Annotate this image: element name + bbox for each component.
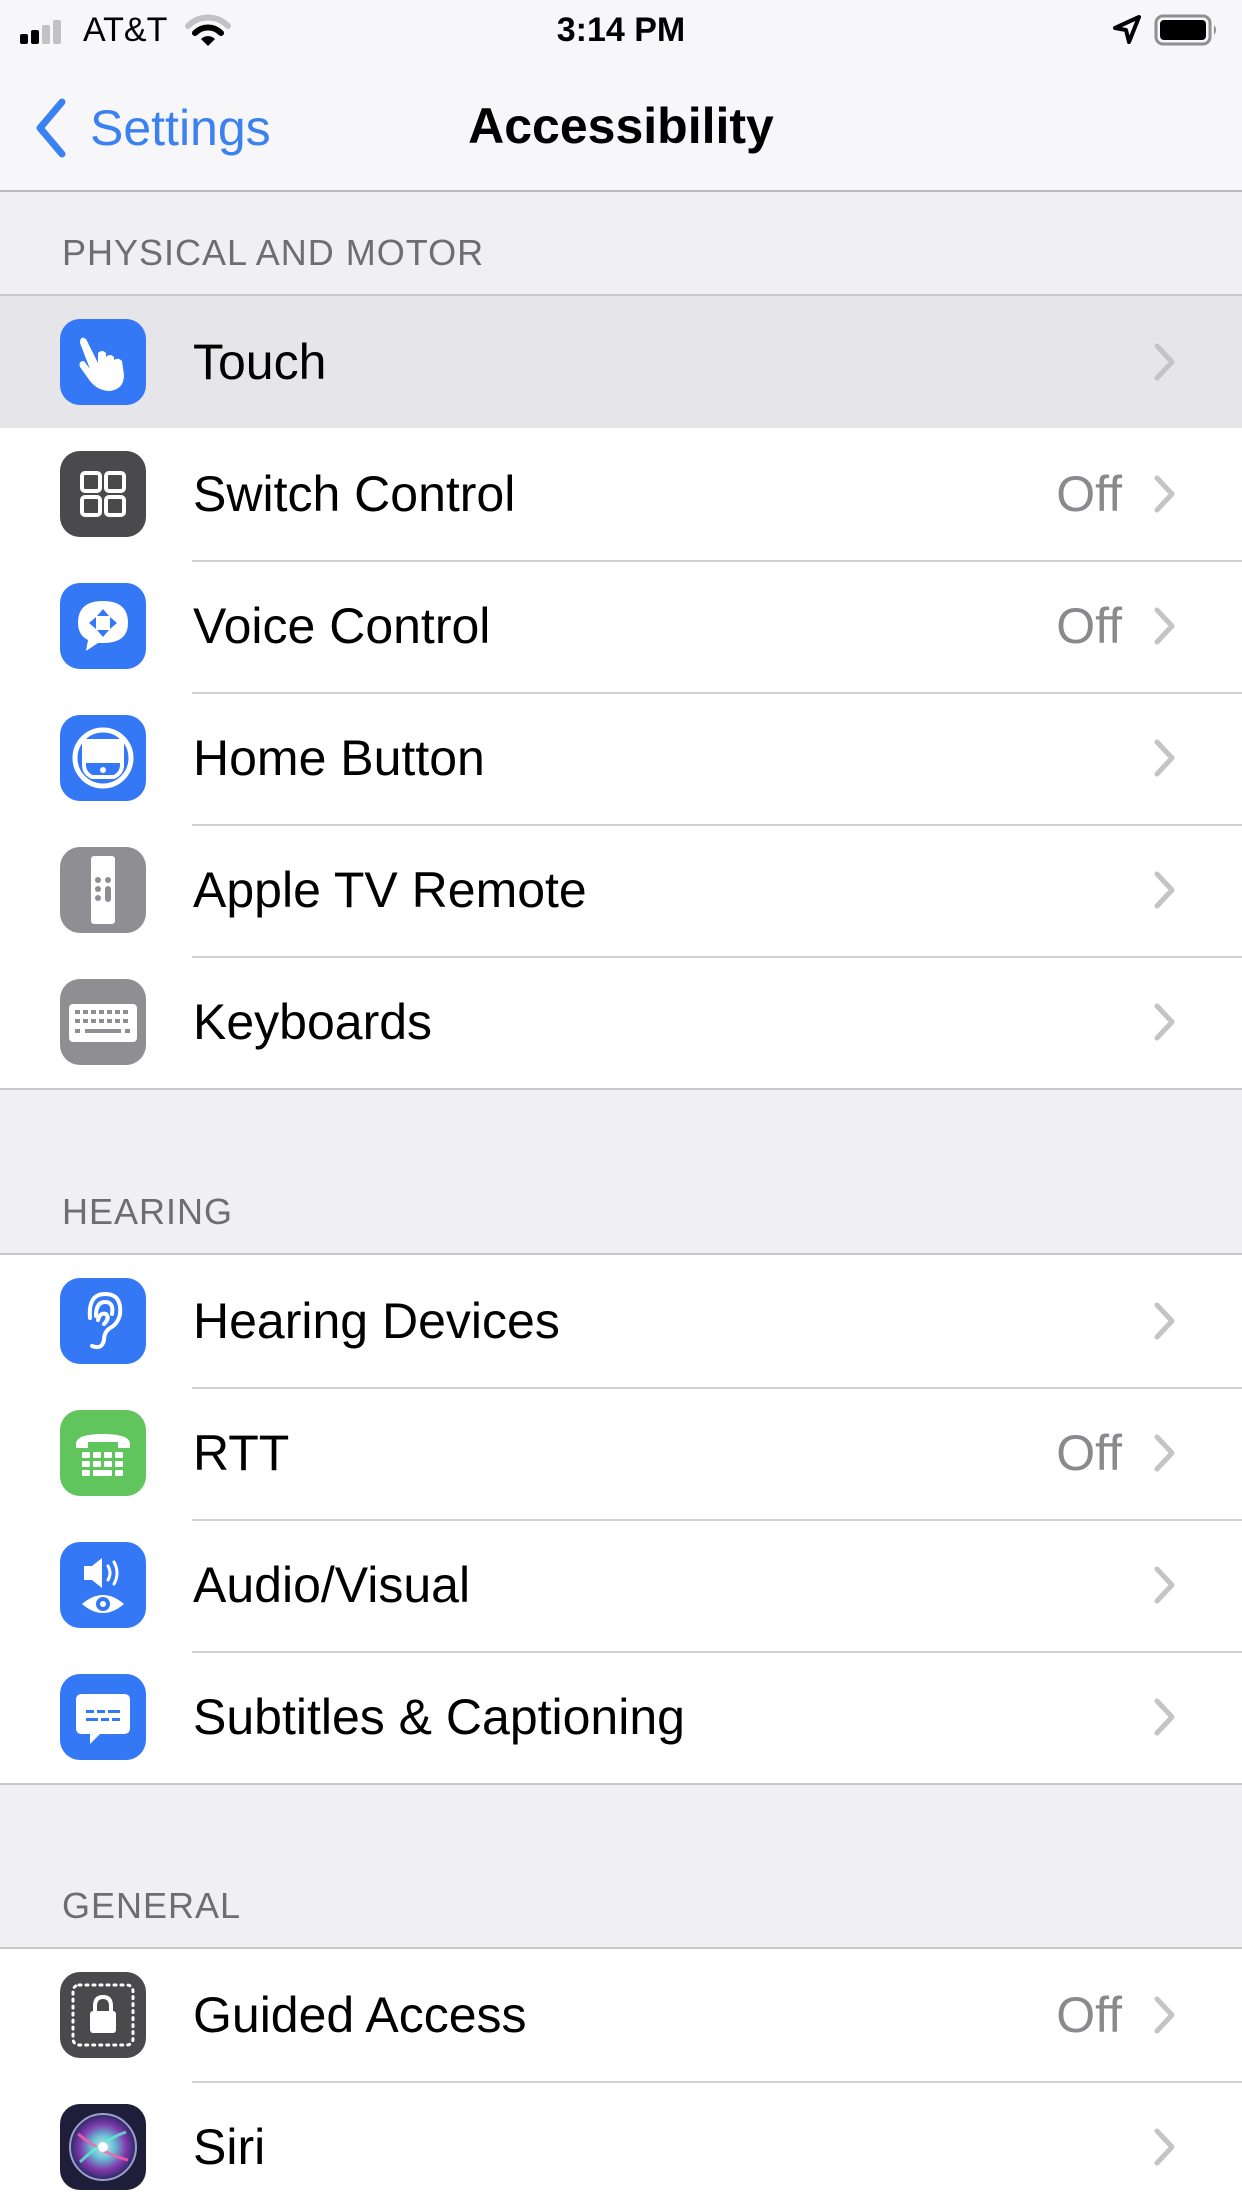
row-value: Off bbox=[1056, 1987, 1122, 2043]
row-rtt[interactable]: RTT Off bbox=[0, 1387, 1242, 1519]
rtt-telephone-icon bbox=[60, 1410, 146, 1496]
section-header-physical-and-motor: PHYSICAL AND MOTOR bbox=[62, 232, 485, 273]
speaker-eye-icon bbox=[60, 1542, 146, 1628]
chevron-right-icon bbox=[1154, 1003, 1175, 1041]
chevron-right-icon bbox=[1154, 871, 1175, 909]
battery-icon bbox=[1154, 14, 1216, 46]
row-apple-tv-remote[interactable]: Apple TV Remote bbox=[0, 824, 1242, 956]
row-voice-control[interactable]: Voice Control Off bbox=[0, 560, 1242, 692]
row-keyboards[interactable]: Keyboards bbox=[0, 956, 1242, 1088]
row-label: Voice Control bbox=[193, 598, 491, 654]
section-header-hearing: HEARING bbox=[62, 1191, 234, 1232]
row-audio-visual[interactable]: Audio/Visual bbox=[0, 1519, 1242, 1651]
row-label: Subtitles & Captioning bbox=[193, 1689, 685, 1745]
voice-control-bubble-icon bbox=[60, 583, 146, 669]
chevron-right-icon bbox=[1154, 1566, 1175, 1604]
chevron-right-icon bbox=[1154, 1996, 1175, 2034]
chevron-right-icon bbox=[1154, 1434, 1175, 1472]
row-hearing-devices[interactable]: Hearing Devices bbox=[0, 1255, 1242, 1387]
chevron-right-icon bbox=[1154, 607, 1175, 645]
guided-access-lock-icon bbox=[60, 1972, 146, 2058]
row-value: Off bbox=[1056, 466, 1122, 522]
row-guided-access[interactable]: Guided Access Off bbox=[0, 1949, 1242, 2081]
location-arrow-icon bbox=[1113, 15, 1141, 44]
row-label: Switch Control bbox=[193, 466, 516, 522]
row-siri[interactable]: Siri bbox=[0, 2081, 1242, 2208]
row-label: Touch bbox=[193, 334, 327, 390]
top-bar: AT&T 3:14 PM Settings Accessibility bbox=[0, 0, 1242, 192]
section-header-general: GENERAL bbox=[62, 1885, 242, 1926]
status-bar: AT&T 3:14 PM bbox=[0, 0, 1242, 60]
row-label: Hearing Devices bbox=[193, 1293, 560, 1349]
home-button-icon bbox=[60, 715, 146, 801]
row-subtitles-captioning[interactable]: Subtitles & Captioning bbox=[0, 1651, 1242, 1783]
subtitles-bubble-icon bbox=[60, 1674, 146, 1760]
chevron-right-icon bbox=[1154, 1302, 1175, 1340]
row-label: RTT bbox=[193, 1425, 290, 1481]
row-label: Audio/Visual bbox=[193, 1557, 471, 1613]
navigation-bar: Settings Accessibility bbox=[0, 60, 1242, 192]
page-title: Accessibility bbox=[468, 98, 774, 154]
hearing-group: Hearing Devices RTT Off Audio/Visual Sub… bbox=[0, 1253, 1242, 1785]
chevron-right-icon bbox=[1154, 475, 1175, 513]
row-value: Off bbox=[1056, 1425, 1122, 1481]
chevron-right-icon bbox=[1154, 2128, 1175, 2166]
chevron-right-icon bbox=[1154, 739, 1175, 777]
row-label: Siri bbox=[193, 2119, 266, 2175]
row-label: Guided Access bbox=[193, 1987, 527, 2043]
general-group: Guided Access Off Siri bbox=[0, 1947, 1242, 2208]
clock: 3:14 PM bbox=[556, 11, 686, 49]
row-label: Home Button bbox=[193, 730, 485, 786]
row-value: Off bbox=[1056, 598, 1122, 654]
ear-icon bbox=[60, 1278, 146, 1364]
siri-icon bbox=[60, 2104, 146, 2190]
row-home-button[interactable]: Home Button bbox=[0, 692, 1242, 824]
switch-control-grid-icon bbox=[60, 451, 146, 537]
apple-tv-remote-icon bbox=[60, 847, 146, 933]
row-label: Keyboards bbox=[193, 994, 433, 1050]
keyboard-icon bbox=[60, 979, 146, 1065]
row-label: Apple TV Remote bbox=[193, 862, 587, 918]
physical-and-motor-group: Touch Switch Control Off Voice Control O… bbox=[0, 294, 1242, 1090]
row-switch-control[interactable]: Switch Control Off bbox=[0, 428, 1242, 560]
touch-hand-icon bbox=[60, 319, 146, 405]
chevron-right-icon bbox=[1154, 1698, 1175, 1736]
row-touch[interactable]: Touch bbox=[0, 296, 1242, 428]
chevron-right-icon bbox=[1154, 343, 1175, 381]
